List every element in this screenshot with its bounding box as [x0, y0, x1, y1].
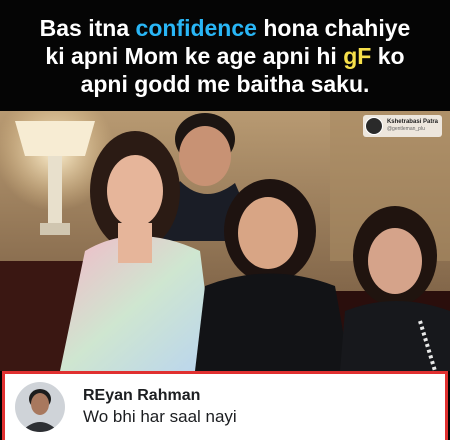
watermark-name: Kshetrabasi Patra	[386, 119, 438, 125]
group-photo: Kshetrabasi Patra @gentleman_plu	[0, 111, 450, 371]
group-photo-illustration	[0, 111, 450, 371]
meme-caption: Bas itna confidence hona chahiye ki apni…	[0, 0, 450, 111]
caption-line-2: ki apni Mom ke age apni hi gF ko	[45, 42, 404, 70]
commenter-avatar[interactable]	[15, 382, 65, 432]
caption-text: Bas itna	[39, 14, 136, 41]
meme-post: Bas itna confidence hona chahiye ki apni…	[0, 0, 450, 443]
comment-body: REyan Rahman Wo bhi har saal nayi	[83, 387, 237, 427]
commenter-name[interactable]: REyan Rahman	[83, 387, 237, 405]
caption-line-1: Bas itna confidence hona chahiye	[40, 14, 411, 42]
caption-text: ko	[371, 42, 405, 69]
watermark-text: Kshetrabasi Patra @gentleman_plu	[387, 119, 438, 133]
comment-card: REyan Rahman Wo bhi har saal nayi	[2, 371, 448, 443]
caption-text: ki apni Mom ke age apni hi	[45, 42, 344, 69]
watermark-avatar	[364, 117, 383, 135]
caption-line-3: apni godd me baitha saku.	[80, 70, 370, 97]
caption-highlight-gf: gF	[343, 42, 372, 69]
watermark-handle: @gentleman_plu	[386, 126, 425, 132]
caption-highlight-confidence: confidence	[135, 14, 257, 41]
watermark-badge: Kshetrabasi Patra @gentleman_plu	[362, 115, 442, 137]
caption-text: hona chahiye	[256, 14, 411, 41]
commenter-avatar-image	[15, 382, 65, 432]
comment-text: Wo bhi har saal nayi	[83, 407, 237, 426]
